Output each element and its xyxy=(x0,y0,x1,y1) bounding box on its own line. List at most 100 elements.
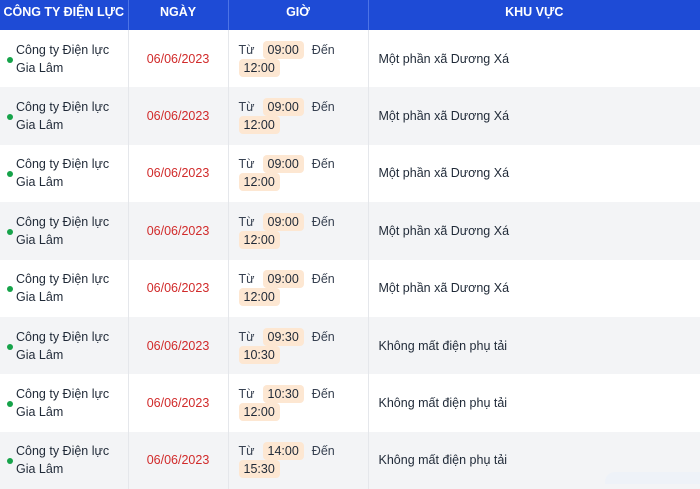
area-cell: Một phần xã Dương Xá xyxy=(368,30,700,88)
floating-widget-edge xyxy=(605,472,700,484)
time-cell: Từ 14:00 Đến 15:30 xyxy=(228,431,369,489)
date-cell: 06/06/2023 xyxy=(128,316,229,375)
table-header-row: CÔNG TY ĐIỆN LỰC NGÀY GIỜ KHU VỰC xyxy=(0,0,700,30)
table-row[interactable]: Công ty Điện lực Gia Lâm 06/06/2023 Từ 09… xyxy=(0,144,700,203)
to-label: Đến xyxy=(311,214,335,229)
table-row[interactable]: Công ty Điện lực Gia Lâm 06/06/2023 Từ 10… xyxy=(0,374,700,432)
from-label: Từ xyxy=(238,42,255,57)
area-cell: Không mất điện phụ tải xyxy=(368,374,700,432)
status-dot-icon xyxy=(7,401,13,408)
company-name: Công ty Điện lực Gia Lâm xyxy=(16,329,110,362)
company-cell: Công ty Điện lực Gia Lâm xyxy=(0,30,129,88)
company-cell: Công ty Điện lực Gia Lâm xyxy=(0,316,129,375)
area-text: Không mất điện phụ tải xyxy=(378,396,508,411)
table-row[interactable]: Công ty Điện lực Gia Lâm 06/06/2023 Từ 09… xyxy=(0,259,700,317)
time-cell: Từ 09:00 Đến 12:00 xyxy=(228,202,369,260)
area-text: Một phần xã Dương Xá xyxy=(378,223,510,238)
to-label: Đến xyxy=(311,387,335,402)
date-cell: 06/06/2023 xyxy=(128,259,229,317)
table-row[interactable]: Công ty Điện lực Gia Lâm 06/06/2023 Từ 09… xyxy=(0,30,700,88)
time-cell: Từ 09:00 Đến 12:00 xyxy=(228,259,369,317)
start-time: 09:00 xyxy=(262,40,304,59)
outage-date: 06/06/2023 xyxy=(146,166,210,181)
to-label: Đến xyxy=(311,444,335,459)
status-dot-icon xyxy=(7,343,13,350)
table-row[interactable]: Công ty Điện lực Gia Lâm 06/06/2023 Từ 14… xyxy=(0,431,700,489)
date-cell: 06/06/2023 xyxy=(128,87,229,145)
outage-schedule-table: CÔNG TY ĐIỆN LỰC NGÀY GIỜ KHU VỰC Công t… xyxy=(0,0,700,489)
outage-date: 06/06/2023 xyxy=(146,51,210,66)
company-name: Công ty Điện lực Gia Lâm xyxy=(16,272,110,305)
outage-date: 06/06/2023 xyxy=(146,281,210,296)
header-date[interactable]: NGÀY xyxy=(128,0,229,30)
area-text: Một phần xã Dương Xá xyxy=(378,281,510,296)
date-cell: 06/06/2023 xyxy=(128,144,229,203)
start-time: 09:00 xyxy=(262,98,304,117)
outage-date: 06/06/2023 xyxy=(146,109,210,124)
end-time: 12:00 xyxy=(238,230,280,249)
area-cell: Một phần xã Dương Xá xyxy=(368,259,700,317)
from-label: Từ xyxy=(238,387,255,402)
outage-date: 06/06/2023 xyxy=(146,453,210,468)
outage-date: 06/06/2023 xyxy=(146,223,210,238)
area-cell: Một phần xã Dương Xá xyxy=(368,87,700,145)
area-text: Không mất điện phụ tải xyxy=(378,453,508,468)
header-area[interactable]: KHU VỰC xyxy=(368,0,700,30)
end-time: 10:30 xyxy=(238,345,280,364)
area-text: Một phần xã Dương Xá xyxy=(378,51,510,66)
area-cell: Không mất điện phụ tải xyxy=(368,316,700,375)
table-row[interactable]: Công ty Điện lực Gia Lâm 06/06/2023 Từ 09… xyxy=(0,316,700,375)
start-time: 14:00 xyxy=(262,442,304,461)
company-cell: Công ty Điện lực Gia Lâm xyxy=(0,144,129,203)
company-cell: Công ty Điện lực Gia Lâm xyxy=(0,374,129,432)
to-label: Đến xyxy=(311,272,335,287)
start-time: 09:00 xyxy=(262,155,304,174)
area-text: Không mất điện phụ tải xyxy=(378,338,508,353)
company-cell: Công ty Điện lực Gia Lâm xyxy=(0,259,129,317)
company-name: Công ty Điện lực Gia Lâm xyxy=(16,214,110,247)
from-label: Từ xyxy=(238,272,255,287)
time-cell: Từ 09:00 Đến 12:00 xyxy=(228,87,369,145)
table-row[interactable]: Công ty Điện lực Gia Lâm 06/06/2023 Từ 09… xyxy=(0,202,700,260)
status-dot-icon xyxy=(7,171,13,178)
date-cell: 06/06/2023 xyxy=(128,431,229,489)
from-label: Từ xyxy=(238,100,255,115)
end-time: 12:00 xyxy=(238,173,280,192)
time-cell: Từ 09:00 Đến 12:00 xyxy=(228,30,369,88)
company-name: Công ty Điện lực Gia Lâm xyxy=(16,444,110,477)
outage-date: 06/06/2023 xyxy=(146,338,210,353)
company-name: Công ty Điện lực Gia Lâm xyxy=(16,387,110,420)
from-label: Từ xyxy=(238,214,255,229)
end-time: 12:00 xyxy=(238,288,280,307)
company-cell: Công ty Điện lực Gia Lâm xyxy=(0,431,129,489)
company-cell: Công ty Điện lực Gia Lâm xyxy=(0,202,129,260)
area-text: Một phần xã Dương Xá xyxy=(378,109,510,124)
end-time: 12:00 xyxy=(238,403,280,422)
area-text: Một phần xã Dương Xá xyxy=(378,166,510,181)
time-cell: Từ 10:30 Đến 12:00 xyxy=(228,374,369,432)
header-company[interactable]: CÔNG TY ĐIỆN LỰC xyxy=(0,0,129,30)
header-time[interactable]: GIỜ xyxy=(228,0,369,30)
end-time: 12:00 xyxy=(238,116,280,135)
table-row[interactable]: Công ty Điện lực Gia Lâm 06/06/2023 Từ 09… xyxy=(0,87,700,145)
to-label: Đến xyxy=(311,157,335,172)
company-name: Công ty Điện lực Gia Lâm xyxy=(16,42,110,75)
end-time: 12:00 xyxy=(238,58,280,77)
status-dot-icon xyxy=(7,114,13,121)
time-cell: Từ 09:30 Đến 10:30 xyxy=(228,316,369,375)
area-cell: Một phần xã Dương Xá xyxy=(368,202,700,260)
to-label: Đến xyxy=(311,42,335,57)
status-dot-icon xyxy=(7,228,13,235)
end-time: 15:30 xyxy=(238,460,280,479)
status-dot-icon xyxy=(7,286,13,293)
area-cell: Một phần xã Dương Xá xyxy=(368,144,700,203)
date-cell: 06/06/2023 xyxy=(128,202,229,260)
company-cell: Công ty Điện lực Gia Lâm xyxy=(0,87,129,145)
status-dot-icon xyxy=(7,56,13,63)
from-label: Từ xyxy=(238,444,255,459)
start-time: 09:00 xyxy=(262,270,304,289)
company-name: Công ty Điện lực Gia Lâm xyxy=(16,100,110,133)
date-cell: 06/06/2023 xyxy=(128,374,229,432)
start-time: 10:30 xyxy=(262,385,304,404)
start-time: 09:00 xyxy=(262,212,304,231)
